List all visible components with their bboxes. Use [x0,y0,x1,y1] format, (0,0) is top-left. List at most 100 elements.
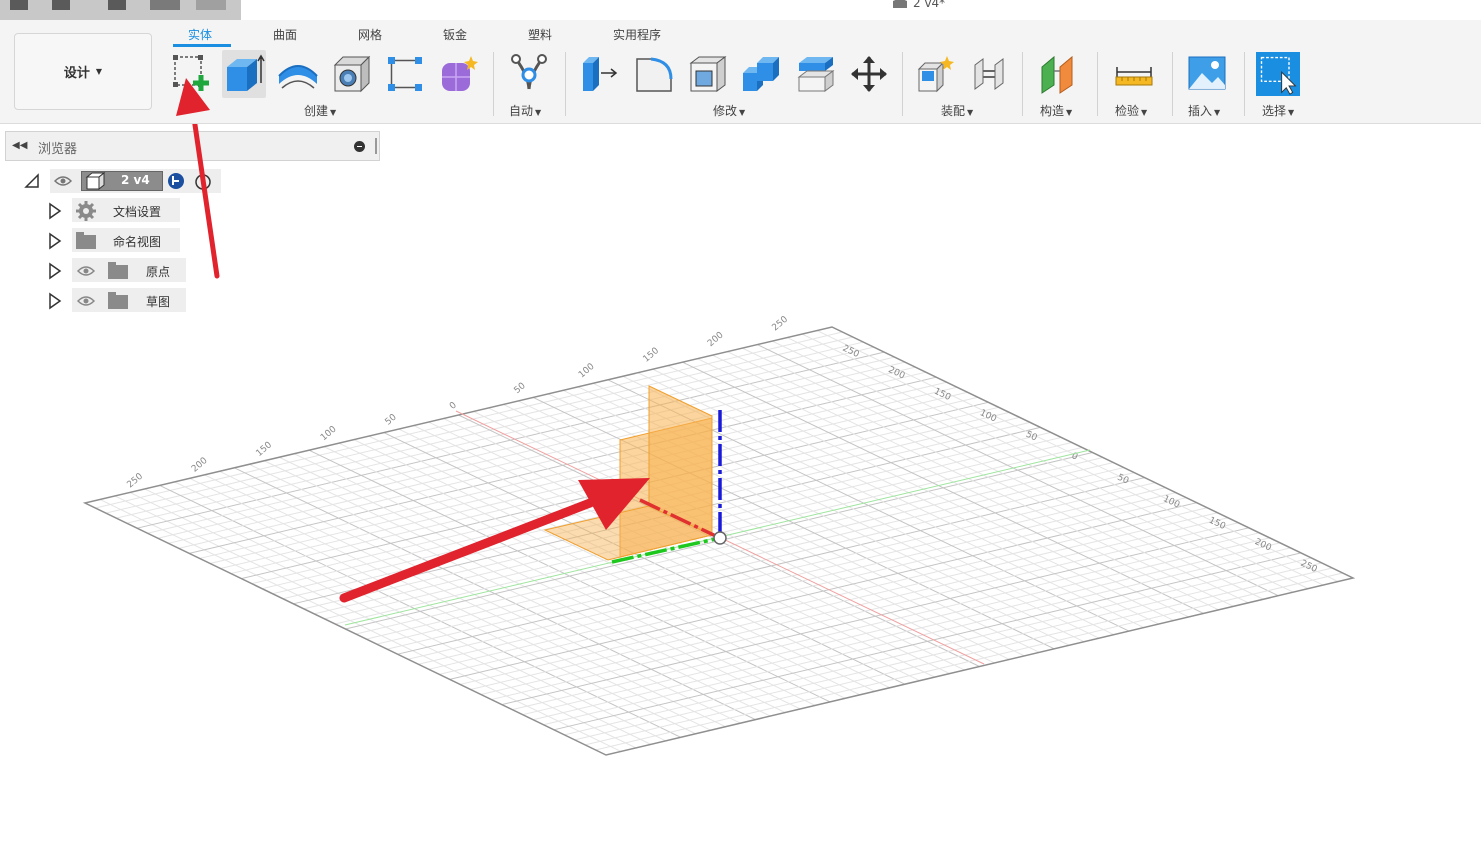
workspace-switcher-button[interactable]: 设计 ▼ [14,33,152,110]
extrude-button[interactable] [222,50,266,98]
grid-tick-label: 250 [771,314,791,333]
document-title: 2 v4* [893,0,945,10]
grid-tick-label: 50 [1116,473,1131,487]
offset-face-icon [797,57,835,92]
create-menu-label: 创建 [304,104,329,118]
assemble-menu[interactable]: 装配 ▼ [941,102,973,119]
chevron-down-icon: ▼ [1288,108,1295,117]
undo-icon[interactable] [150,0,180,10]
joint-icon [974,58,1004,90]
chevron-down-icon: ▼ [1066,108,1073,117]
tab-solid[interactable]: 实体 [188,26,212,43]
insert-image-button[interactable] [1185,50,1229,98]
shell-icon [689,56,727,92]
chevron-down-icon: ▼ [739,108,746,117]
new-component-button[interactable] [914,50,958,98]
chevron-down-icon: ▼ [1141,108,1148,117]
ribbon-toolbar: 实体 曲面 网格 钣金 塑料 实用程序 设计 ▼ 创建 ▼ 自动 ▼ 修改 ▼ … [0,20,1481,124]
chevron-down-icon: ▼ [330,108,337,117]
pattern-icon [388,57,422,91]
grid-tick-label: 200 [1253,537,1273,553]
revolve-button[interactable] [276,50,320,98]
move-icon [851,56,887,92]
3d-viewport-canvas[interactable]: 25020015010050050100150200250 2502001501… [0,124,1481,855]
hole-icon [333,55,371,93]
hole-button[interactable] [330,50,374,98]
grid-tick-label: 200 [190,456,210,475]
tab-mesh[interactable]: 网格 [358,26,382,43]
revolve-icon [278,65,318,89]
rectangular-pattern-button[interactable] [383,50,427,98]
chevron-down-icon: ▼ [967,108,974,117]
document-title-label: 2 v4* [913,0,946,10]
file-icon[interactable] [52,0,70,10]
modify-menu-label: 修改 [713,104,738,118]
insert-image-icon [1188,56,1226,90]
joint-button[interactable] [968,50,1012,98]
shell-button[interactable] [686,50,730,98]
fillet-icon [636,57,673,92]
origin-point[interactable] [713,531,727,545]
group-divider [493,52,494,116]
grid-tick-label: 100 [319,424,339,443]
construct-menu-label: 构造 [1040,104,1065,118]
grid-tick-label: 100 [978,408,998,424]
grid-tick-label: 200 [706,330,726,349]
form-icon [442,56,478,91]
grid-tick-label: 250 [126,471,146,490]
group-divider [1172,52,1173,116]
automate-menu[interactable]: 自动 ▼ [509,102,541,119]
tab-sheet-metal[interactable]: 钣金 [443,26,467,43]
grid-menu-icon[interactable] [10,0,28,10]
insert-menu-label: 插入 [1188,104,1213,118]
grid-tick-label: 150 [255,440,275,459]
annotation-arrowhead [176,78,210,116]
grid-tick-label: 50 [384,412,399,427]
measure-button[interactable] [1112,50,1156,98]
tab-surface[interactable]: 曲面 [273,26,297,43]
assemble-menu-label: 装配 [941,104,966,118]
fillet-button[interactable] [632,50,676,98]
group-divider [1244,52,1245,116]
annotation-arrow-to-sketch [192,124,220,279]
automate-menu-label: 自动 [509,104,534,118]
move-copy-button[interactable] [847,50,891,98]
grid-tick-label: 250 [1299,559,1319,575]
press-pull-icon [583,57,618,91]
measure-icon [1115,67,1153,86]
plane-icon [1041,55,1073,94]
group-divider [1097,52,1098,116]
inspect-menu-label: 检验 [1115,104,1140,118]
automate-icon [511,54,547,90]
component-icon [893,0,907,8]
tab-plastic[interactable]: 塑料 [528,26,552,43]
quick-access-toolbar [0,0,241,20]
offset-plane-button[interactable] [1037,50,1081,98]
combine-icon [743,57,779,91]
offset-face-button[interactable] [794,50,838,98]
tab-utilities[interactable]: 实用程序 [613,26,661,43]
construct-menu[interactable]: 构造 ▼ [1040,102,1072,119]
select-icon [1256,52,1300,96]
redo-icon[interactable] [196,0,226,10]
select-button[interactable] [1256,50,1300,98]
select-menu[interactable]: 选择 ▼ [1262,102,1294,119]
automate-button[interactable] [507,50,551,98]
inspect-menu[interactable]: 检验 ▼ [1115,102,1147,119]
combine-button[interactable] [740,50,784,98]
press-pull-button[interactable] [578,50,622,98]
grid-tick-label: 0 [448,400,459,412]
chevron-down-icon: ▼ [95,67,103,76]
create-menu[interactable]: 创建 ▼ [304,102,336,119]
insert-menu[interactable]: 插入 ▼ [1188,102,1220,119]
chevron-down-icon: ▼ [1214,108,1221,117]
modify-menu[interactable]: 修改 ▼ [713,102,745,119]
group-divider [1022,52,1023,116]
grid-tick-label: 100 [577,362,597,381]
group-divider [565,52,566,116]
active-tab-indicator [173,44,231,47]
create-form-button[interactable] [437,50,481,98]
extrude-icon [227,54,265,91]
new-component-icon [917,56,954,93]
save-icon[interactable] [108,0,126,10]
